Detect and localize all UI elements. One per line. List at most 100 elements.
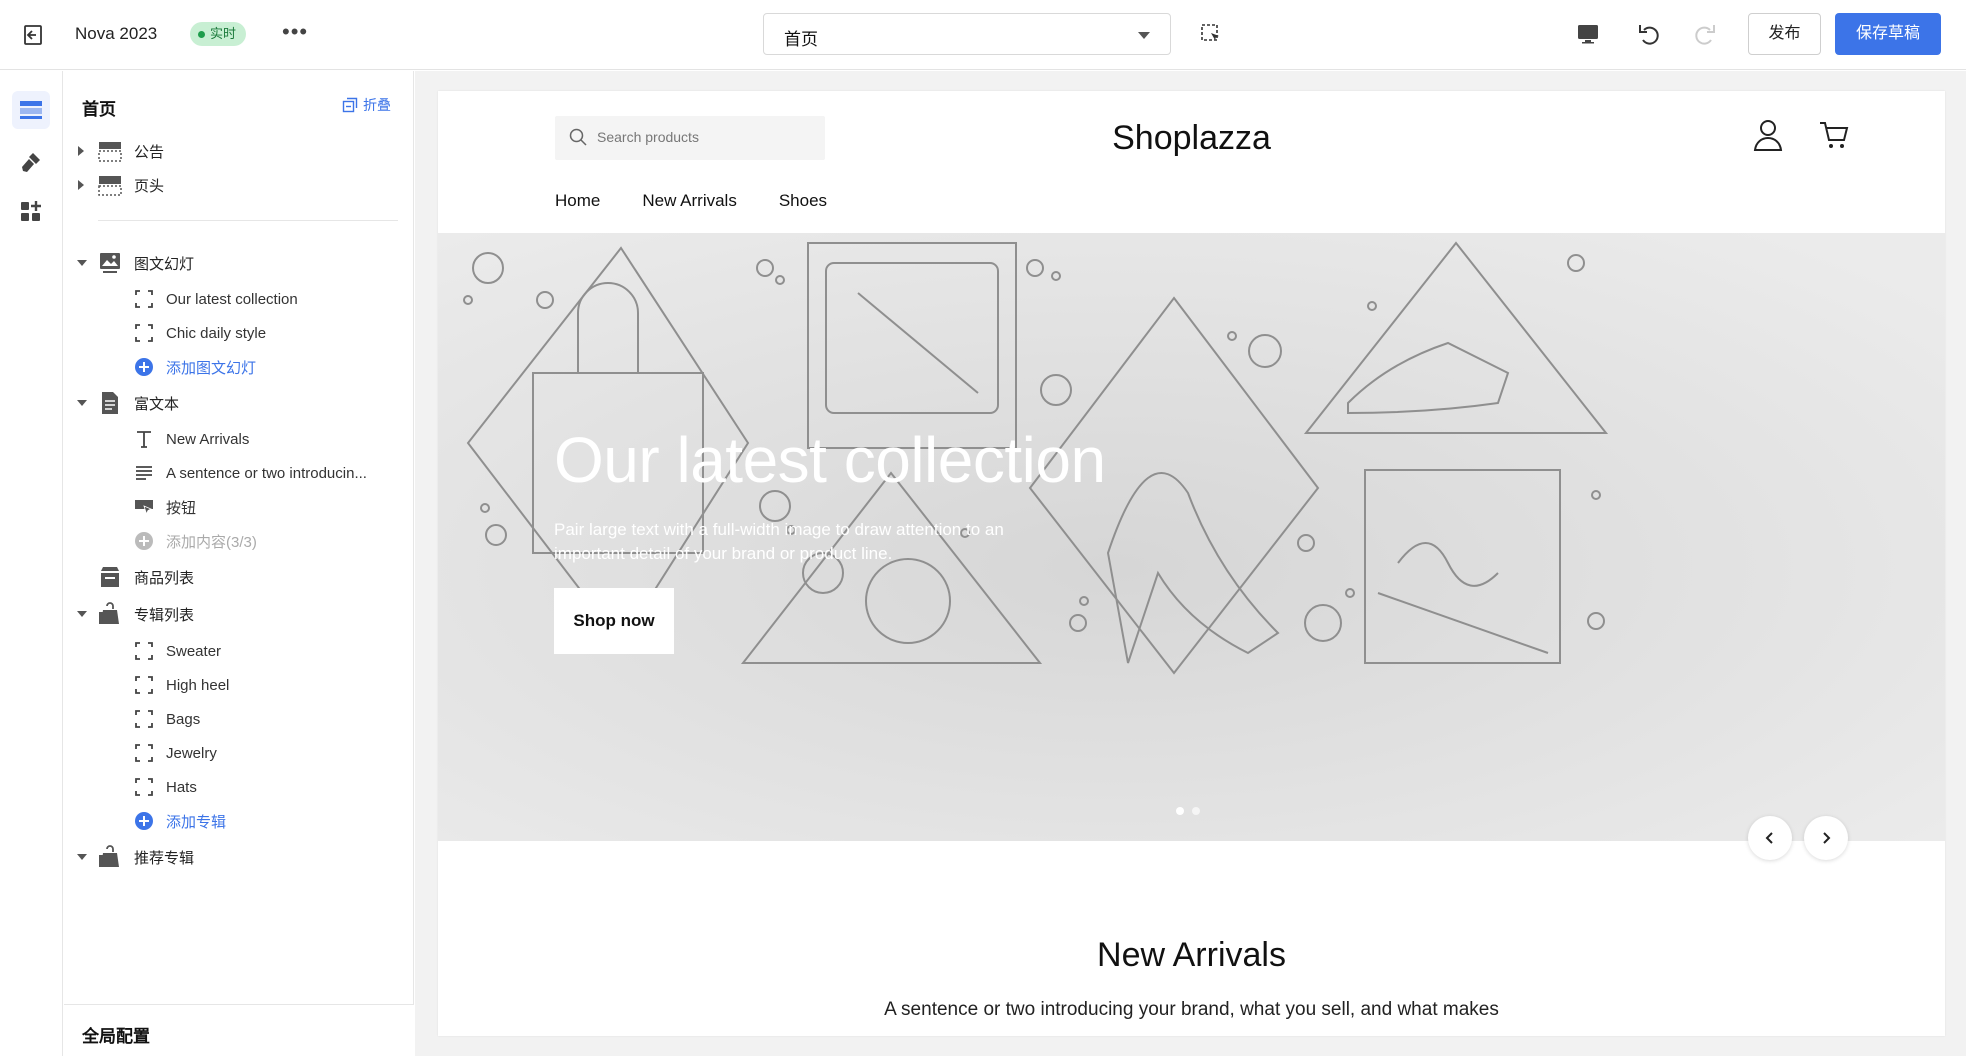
live-dot-icon	[198, 30, 205, 38]
new-arrivals-text: A sentence or two introducing your brand…	[884, 999, 1499, 1020]
left-icon-rail	[0, 71, 63, 1056]
nav-link-home[interactable]: Home	[555, 191, 600, 211]
product-list-icon	[98, 565, 122, 589]
save-draft-button[interactable]: 保存草稿	[1835, 13, 1941, 55]
desktop-preview-icon[interactable]	[1576, 22, 1600, 46]
sidebar-item-slideshow[interactable]: 图文幻灯	[64, 243, 414, 283]
divider	[98, 220, 398, 221]
account-icon[interactable]	[1753, 119, 1783, 151]
sidebar-item-label: 图文幻灯	[134, 255, 195, 273]
collapse-button[interactable]: 折叠	[342, 95, 391, 115]
block-icon	[134, 289, 154, 309]
hero-subtitle: Pair large text with a full-width image …	[554, 520, 1004, 563]
store-name: Nova 2023	[75, 24, 158, 43]
block-icon	[134, 777, 154, 797]
chevron-right-icon	[1823, 832, 1831, 844]
sidebar-title: 首页	[82, 100, 116, 119]
slide-dot-active[interactable]	[1176, 807, 1184, 815]
slide-arrows	[1748, 816, 1848, 860]
block-icon	[134, 743, 154, 763]
sidebar-item-label: 商品列表	[134, 569, 195, 587]
plus-circle-icon	[134, 811, 154, 831]
sidebar-child-label: Jewelry	[166, 744, 217, 762]
sidebar-child-label: Our latest collection	[166, 290, 298, 308]
storefront-preview: Search products Shoplazza Home New Arriv…	[438, 91, 1945, 1036]
store-logo[interactable]: Shoplazza	[438, 119, 1945, 158]
add-content-button[interactable]: 添加内容(3/3)	[64, 521, 414, 561]
sidebar-item-product-list[interactable]: 商品列表	[64, 557, 414, 597]
sidebar-item-featured-collection[interactable]: 推荐专辑	[64, 837, 414, 877]
publish-button[interactable]: 发布	[1748, 13, 1821, 55]
chevron-right-icon[interactable]	[78, 180, 84, 190]
sidebar-child-label: Chic daily style	[166, 324, 267, 342]
sidebar-child-label: 按钮	[166, 499, 197, 517]
live-status-badge: 实时	[190, 22, 247, 46]
inspect-select-icon[interactable]	[1200, 23, 1222, 45]
hero-slideshow: Our latest collection Pair large text wi…	[438, 233, 1945, 841]
text-paragraph-icon	[134, 463, 154, 483]
add-slide-label: 添加图文幻灯	[166, 359, 257, 377]
collapse-icon	[342, 97, 358, 113]
cart-icon[interactable]	[1818, 119, 1850, 151]
live-badge-label: 实时	[210, 26, 237, 41]
next-slide-button[interactable]	[1804, 816, 1848, 860]
undo-icon[interactable]	[1636, 21, 1662, 47]
page-select-value: 首页	[784, 30, 818, 49]
sidebar-item-label: 公告	[134, 143, 165, 161]
collapse-label: 折叠	[363, 97, 391, 113]
preview-canvas: Search products Shoplazza Home New Arriv…	[415, 71, 1966, 1056]
exit-icon[interactable]	[20, 22, 46, 48]
prev-slide-button[interactable]	[1748, 816, 1792, 860]
apps-icon[interactable]	[12, 193, 50, 231]
plus-circle-icon	[134, 357, 154, 377]
block-icon	[134, 641, 154, 661]
top-bar: Nova 2023 实时 ••• 首页 发布 保存草稿	[0, 0, 1966, 70]
global-settings-label: 全局配置	[82, 1027, 150, 1046]
nav-link-shoes[interactable]: Shoes	[779, 191, 827, 211]
button-block-icon	[134, 497, 154, 517]
new-arrivals-title: New Arrivals	[1097, 936, 1286, 974]
sidebar-item-collection-list[interactable]: 专辑列表	[64, 594, 414, 634]
block-icon	[134, 323, 154, 343]
hero-title: Our latest collection	[554, 424, 1106, 496]
sidebar-item-header[interactable]: 页头	[64, 165, 414, 205]
slideshow-icon	[98, 251, 122, 275]
global-settings-button[interactable]: 全局配置	[64, 1004, 414, 1056]
chevron-down-icon[interactable]	[77, 400, 87, 406]
sidebar-item-label: 页头	[134, 177, 165, 195]
add-collection-button[interactable]: 添加专辑	[64, 801, 414, 841]
chevron-right-icon[interactable]	[78, 146, 84, 156]
chevron-down-icon[interactable]	[77, 611, 87, 617]
sidebar-item-rich-text[interactable]: 富文本	[64, 383, 414, 423]
block-icon	[134, 709, 154, 729]
more-options-button[interactable]: •••	[282, 20, 308, 48]
add-collection-label: 添加专辑	[166, 813, 227, 831]
slide-pagination	[1176, 807, 1200, 815]
announcement-icon	[98, 139, 122, 163]
rich-text-icon	[98, 391, 122, 415]
block-icon	[134, 675, 154, 695]
sidebar-child-label: Hats	[166, 778, 197, 796]
sidebar-item-label: 推荐专辑	[134, 849, 195, 867]
text-heading-icon	[134, 429, 154, 449]
page-select[interactable]: 首页	[763, 13, 1171, 55]
header-icon	[98, 173, 122, 197]
sections-sidebar: 首页 折叠 公告 页头 图文幻灯 Our latest collection C…	[64, 71, 414, 1056]
theme-style-icon[interactable]	[12, 143, 50, 181]
sections-icon[interactable]	[12, 91, 50, 129]
redo-icon[interactable]	[1692, 21, 1718, 47]
featured-collection-icon	[98, 845, 122, 869]
shop-now-button[interactable]: Shop now	[554, 588, 674, 654]
add-slide-button[interactable]: 添加图文幻灯	[64, 347, 414, 387]
chevron-down-icon[interactable]	[77, 260, 87, 266]
collection-list-icon	[98, 602, 122, 626]
nav-link-new-arrivals[interactable]: New Arrivals	[642, 191, 736, 211]
sidebar-item-label: 富文本	[134, 395, 180, 413]
sidebar-child-label: New Arrivals	[166, 430, 250, 448]
sidebar-child-label: Bags	[166, 710, 201, 728]
sidebar-child-label: High heel	[166, 676, 230, 694]
sidebar-item-label: 专辑列表	[134, 606, 195, 624]
chevron-down-icon[interactable]	[77, 854, 87, 860]
slide-dot[interactable]	[1192, 807, 1200, 815]
chevron-left-icon	[1765, 832, 1773, 844]
